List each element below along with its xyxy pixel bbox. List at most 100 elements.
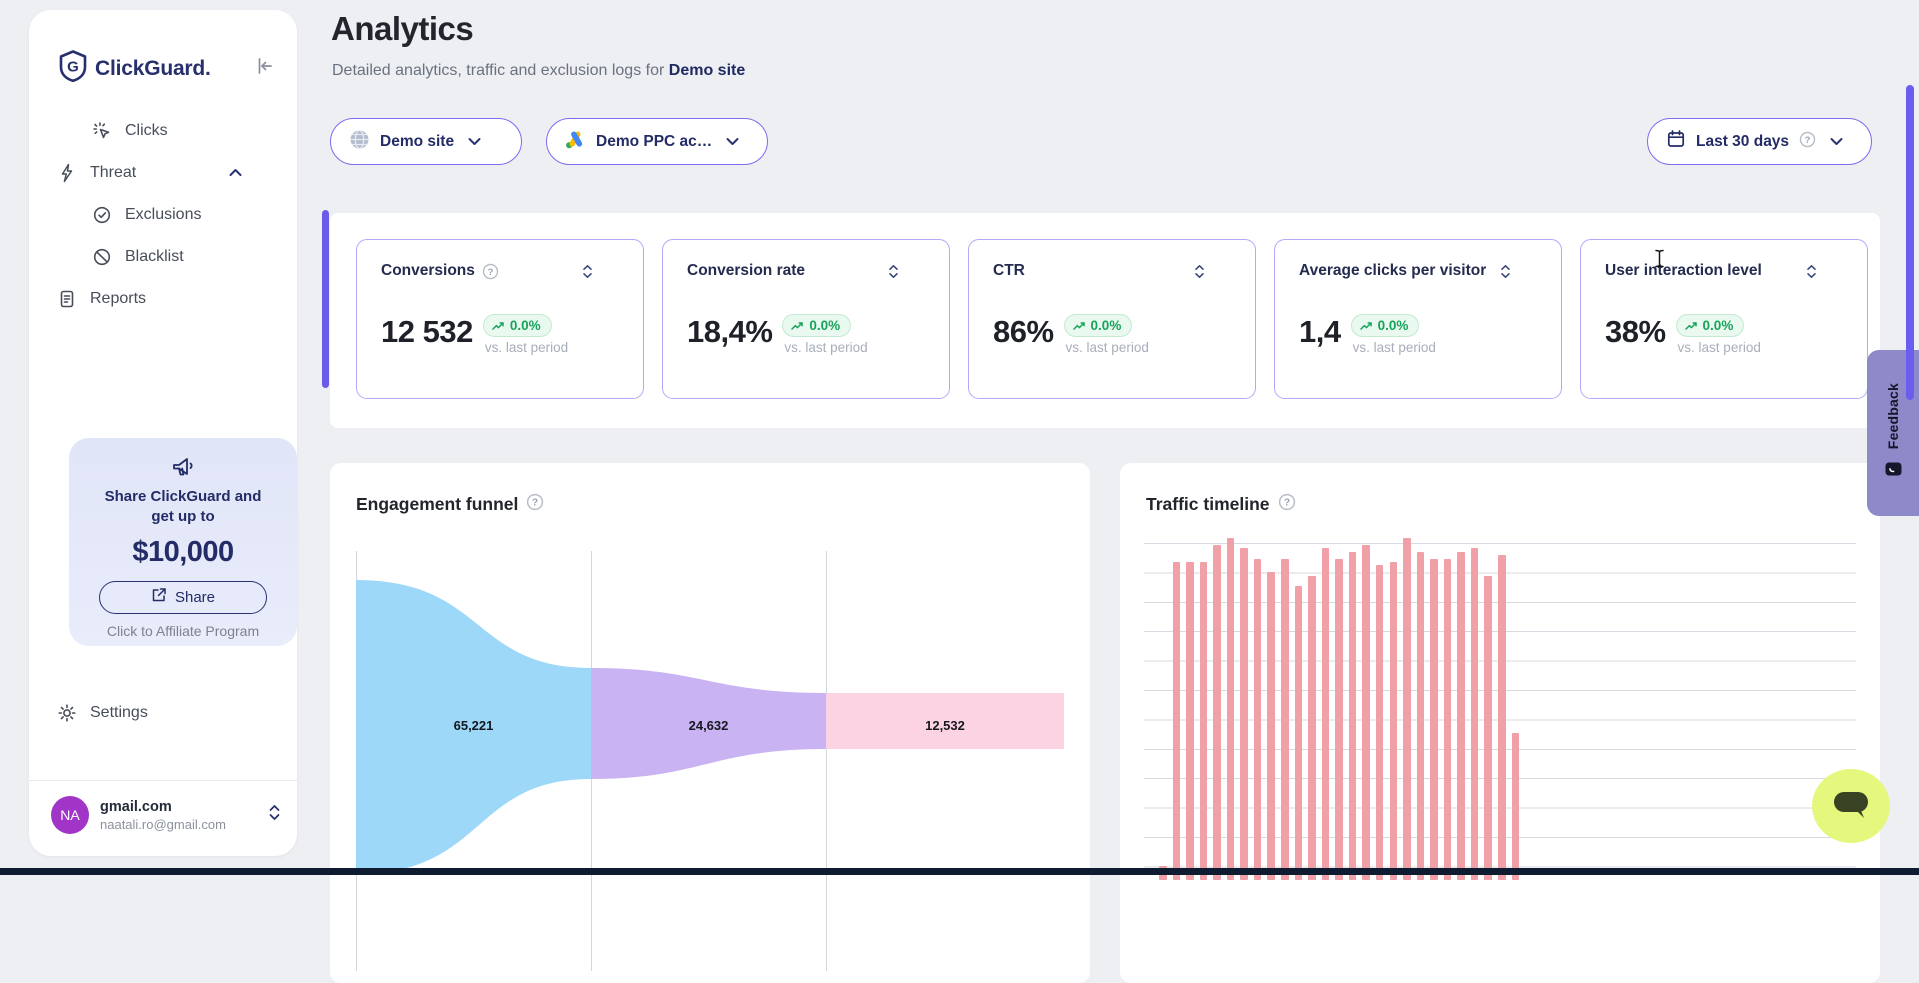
chat-launcher-button[interactable] bbox=[1812, 769, 1890, 843]
traffic-bar bbox=[1498, 555, 1506, 880]
traffic-bar bbox=[1444, 559, 1452, 880]
feedback-chat-icon bbox=[1885, 462, 1902, 483]
change-badge: 0.0% bbox=[1064, 314, 1133, 337]
viewport-bottom-bar bbox=[0, 868, 1919, 875]
funnel-stage-value: 65,221 bbox=[454, 718, 494, 733]
kpi-label: Conversion rate bbox=[687, 262, 805, 280]
sidebar-item-reports[interactable]: Reports bbox=[29, 278, 297, 320]
account-email: naatali.ro@gmail.com bbox=[100, 817, 226, 832]
svg-text:?: ? bbox=[532, 497, 538, 508]
change-badge: 0.0% bbox=[483, 314, 552, 337]
kpi-card: Conversions?12 5320.0%vs. last period bbox=[356, 239, 644, 399]
text-cursor-ibeam bbox=[1653, 249, 1666, 273]
share-button[interactable]: Share bbox=[99, 581, 267, 614]
avatar: NA bbox=[51, 796, 89, 834]
kpi-card: Average clicks per visitor1,40.0%vs. las… bbox=[1274, 239, 1562, 399]
svg-text:G: G bbox=[67, 59, 79, 76]
ppc-account-value: Demo PPC ac… bbox=[596, 133, 712, 151]
promo-text-line1: Share ClickGuard and bbox=[69, 487, 297, 507]
traffic-bar bbox=[1254, 559, 1262, 880]
traffic-bar bbox=[1213, 545, 1221, 880]
traffic-bar bbox=[1390, 562, 1398, 880]
funnel-chart: 65,221 24,632 12,532 bbox=[356, 551, 1064, 971]
vs-last-period-label: vs. last period bbox=[1066, 340, 1149, 355]
kpi-value: 12 532 bbox=[381, 314, 473, 350]
help-icon[interactable]: ? bbox=[1799, 131, 1816, 153]
sidebar-item-exclusions[interactable]: Exclusions bbox=[29, 194, 297, 236]
kpi-card: CTR86%0.0%vs. last period bbox=[968, 239, 1256, 399]
help-icon[interactable]: ? bbox=[482, 263, 499, 280]
traffic-bars bbox=[1144, 538, 1856, 880]
sidebar-item-threat[interactable]: Threat bbox=[29, 152, 297, 194]
funnel-chart-title: Engagement funnel bbox=[356, 494, 518, 515]
globe-icon bbox=[349, 129, 370, 155]
kpi-row: Conversions? 12 532 0.0% vs. last period Con… bbox=[356, 239, 1868, 399]
traffic-bar bbox=[1349, 552, 1357, 880]
account-switcher[interactable]: NA gmail.com naatali.ro@gmail.com bbox=[51, 796, 281, 834]
affiliate-link[interactable]: Click to Affiliate Program bbox=[69, 623, 297, 639]
traffic-bar bbox=[1484, 576, 1492, 880]
change-value: 0.0% bbox=[1703, 318, 1734, 333]
sidebar-item-label: Exclusions bbox=[125, 206, 201, 224]
date-range-selector[interactable]: Last 30 days ? bbox=[1647, 118, 1872, 165]
sidebar-item-settings[interactable]: Settings bbox=[57, 698, 148, 728]
metric-sort-icon[interactable] bbox=[582, 264, 593, 279]
metric-sort-icon[interactable] bbox=[1806, 264, 1817, 279]
sidebar-scrollbar[interactable] bbox=[322, 210, 329, 388]
traffic-bar bbox=[1512, 733, 1520, 880]
settings-label: Settings bbox=[90, 704, 148, 722]
help-icon[interactable]: ? bbox=[1278, 493, 1296, 516]
logo-row: G ClickGuard. bbox=[59, 50, 275, 87]
kpi-value: 86% bbox=[993, 314, 1054, 350]
select-arrows-icon bbox=[268, 804, 281, 826]
affiliate-promo-card[interactable]: Share ClickGuard and get up to $10,000 S… bbox=[69, 438, 297, 646]
google-ads-icon bbox=[565, 129, 586, 155]
page-title: Analytics bbox=[331, 10, 473, 48]
traffic-bar bbox=[1240, 548, 1248, 880]
vs-last-period-label: vs. last period bbox=[1678, 340, 1761, 355]
page-scrollbar-thumb[interactable] bbox=[1906, 85, 1914, 400]
chevron-down-icon bbox=[468, 133, 481, 151]
change-value: 0.0% bbox=[809, 318, 840, 333]
traffic-bar bbox=[1417, 552, 1425, 880]
change-badge: 0.0% bbox=[1676, 314, 1745, 337]
metric-sort-icon[interactable] bbox=[1194, 264, 1205, 279]
collapse-sidebar-icon[interactable] bbox=[255, 56, 275, 81]
kpi-value: 38% bbox=[1605, 314, 1666, 350]
kpi-card: User interaction level38%0.0%vs. last pe… bbox=[1580, 239, 1868, 399]
clickguard-logo[interactable]: G ClickGuard. bbox=[59, 50, 211, 87]
logo-wordmark: ClickGuard. bbox=[95, 57, 211, 81]
traffic-bar bbox=[1376, 565, 1384, 880]
sidebar-item-label: Reports bbox=[90, 290, 146, 308]
funnel-stage-value: 24,632 bbox=[689, 718, 729, 733]
traffic-bar bbox=[1267, 572, 1275, 880]
site-selector[interactable]: Demo site bbox=[330, 118, 522, 165]
kpi-label: Conversions bbox=[381, 262, 475, 280]
help-icon[interactable]: ? bbox=[526, 493, 544, 516]
traffic-bar bbox=[1335, 559, 1343, 880]
external-link-icon bbox=[151, 587, 167, 607]
chevron-down-icon bbox=[726, 133, 739, 151]
kpi-card: Conversion rate18,4%0.0%vs. last period bbox=[662, 239, 950, 399]
site-selector-value: Demo site bbox=[380, 133, 454, 151]
promo-amount: $10,000 bbox=[69, 536, 297, 569]
cursor-click-icon bbox=[92, 121, 112, 141]
kpi-value: 18,4% bbox=[687, 314, 772, 350]
promo-text-line2: get up to bbox=[69, 507, 297, 527]
sidebar-item-clicks[interactable]: Clicks bbox=[29, 110, 297, 152]
funnel-stage-value: 12,532 bbox=[925, 718, 965, 733]
change-value: 0.0% bbox=[510, 318, 541, 333]
sidebar-nav: Clicks Threat Exclusions bbox=[29, 110, 297, 320]
traffic-bar bbox=[1227, 538, 1235, 880]
change-badge: 0.0% bbox=[782, 314, 851, 337]
sidebar-divider bbox=[29, 780, 297, 781]
calendar-icon bbox=[1666, 129, 1686, 154]
ppc-account-selector[interactable]: Demo PPC ac… bbox=[546, 118, 768, 165]
metric-sort-icon[interactable] bbox=[1500, 264, 1511, 279]
account-name: gmail.com bbox=[100, 799, 226, 815]
sidebar-item-blacklist[interactable]: Blacklist bbox=[29, 236, 297, 278]
metric-sort-icon[interactable] bbox=[888, 264, 899, 279]
traffic-bar bbox=[1281, 559, 1289, 880]
chevron-up-icon[interactable] bbox=[229, 164, 242, 182]
change-value: 0.0% bbox=[1378, 318, 1409, 333]
